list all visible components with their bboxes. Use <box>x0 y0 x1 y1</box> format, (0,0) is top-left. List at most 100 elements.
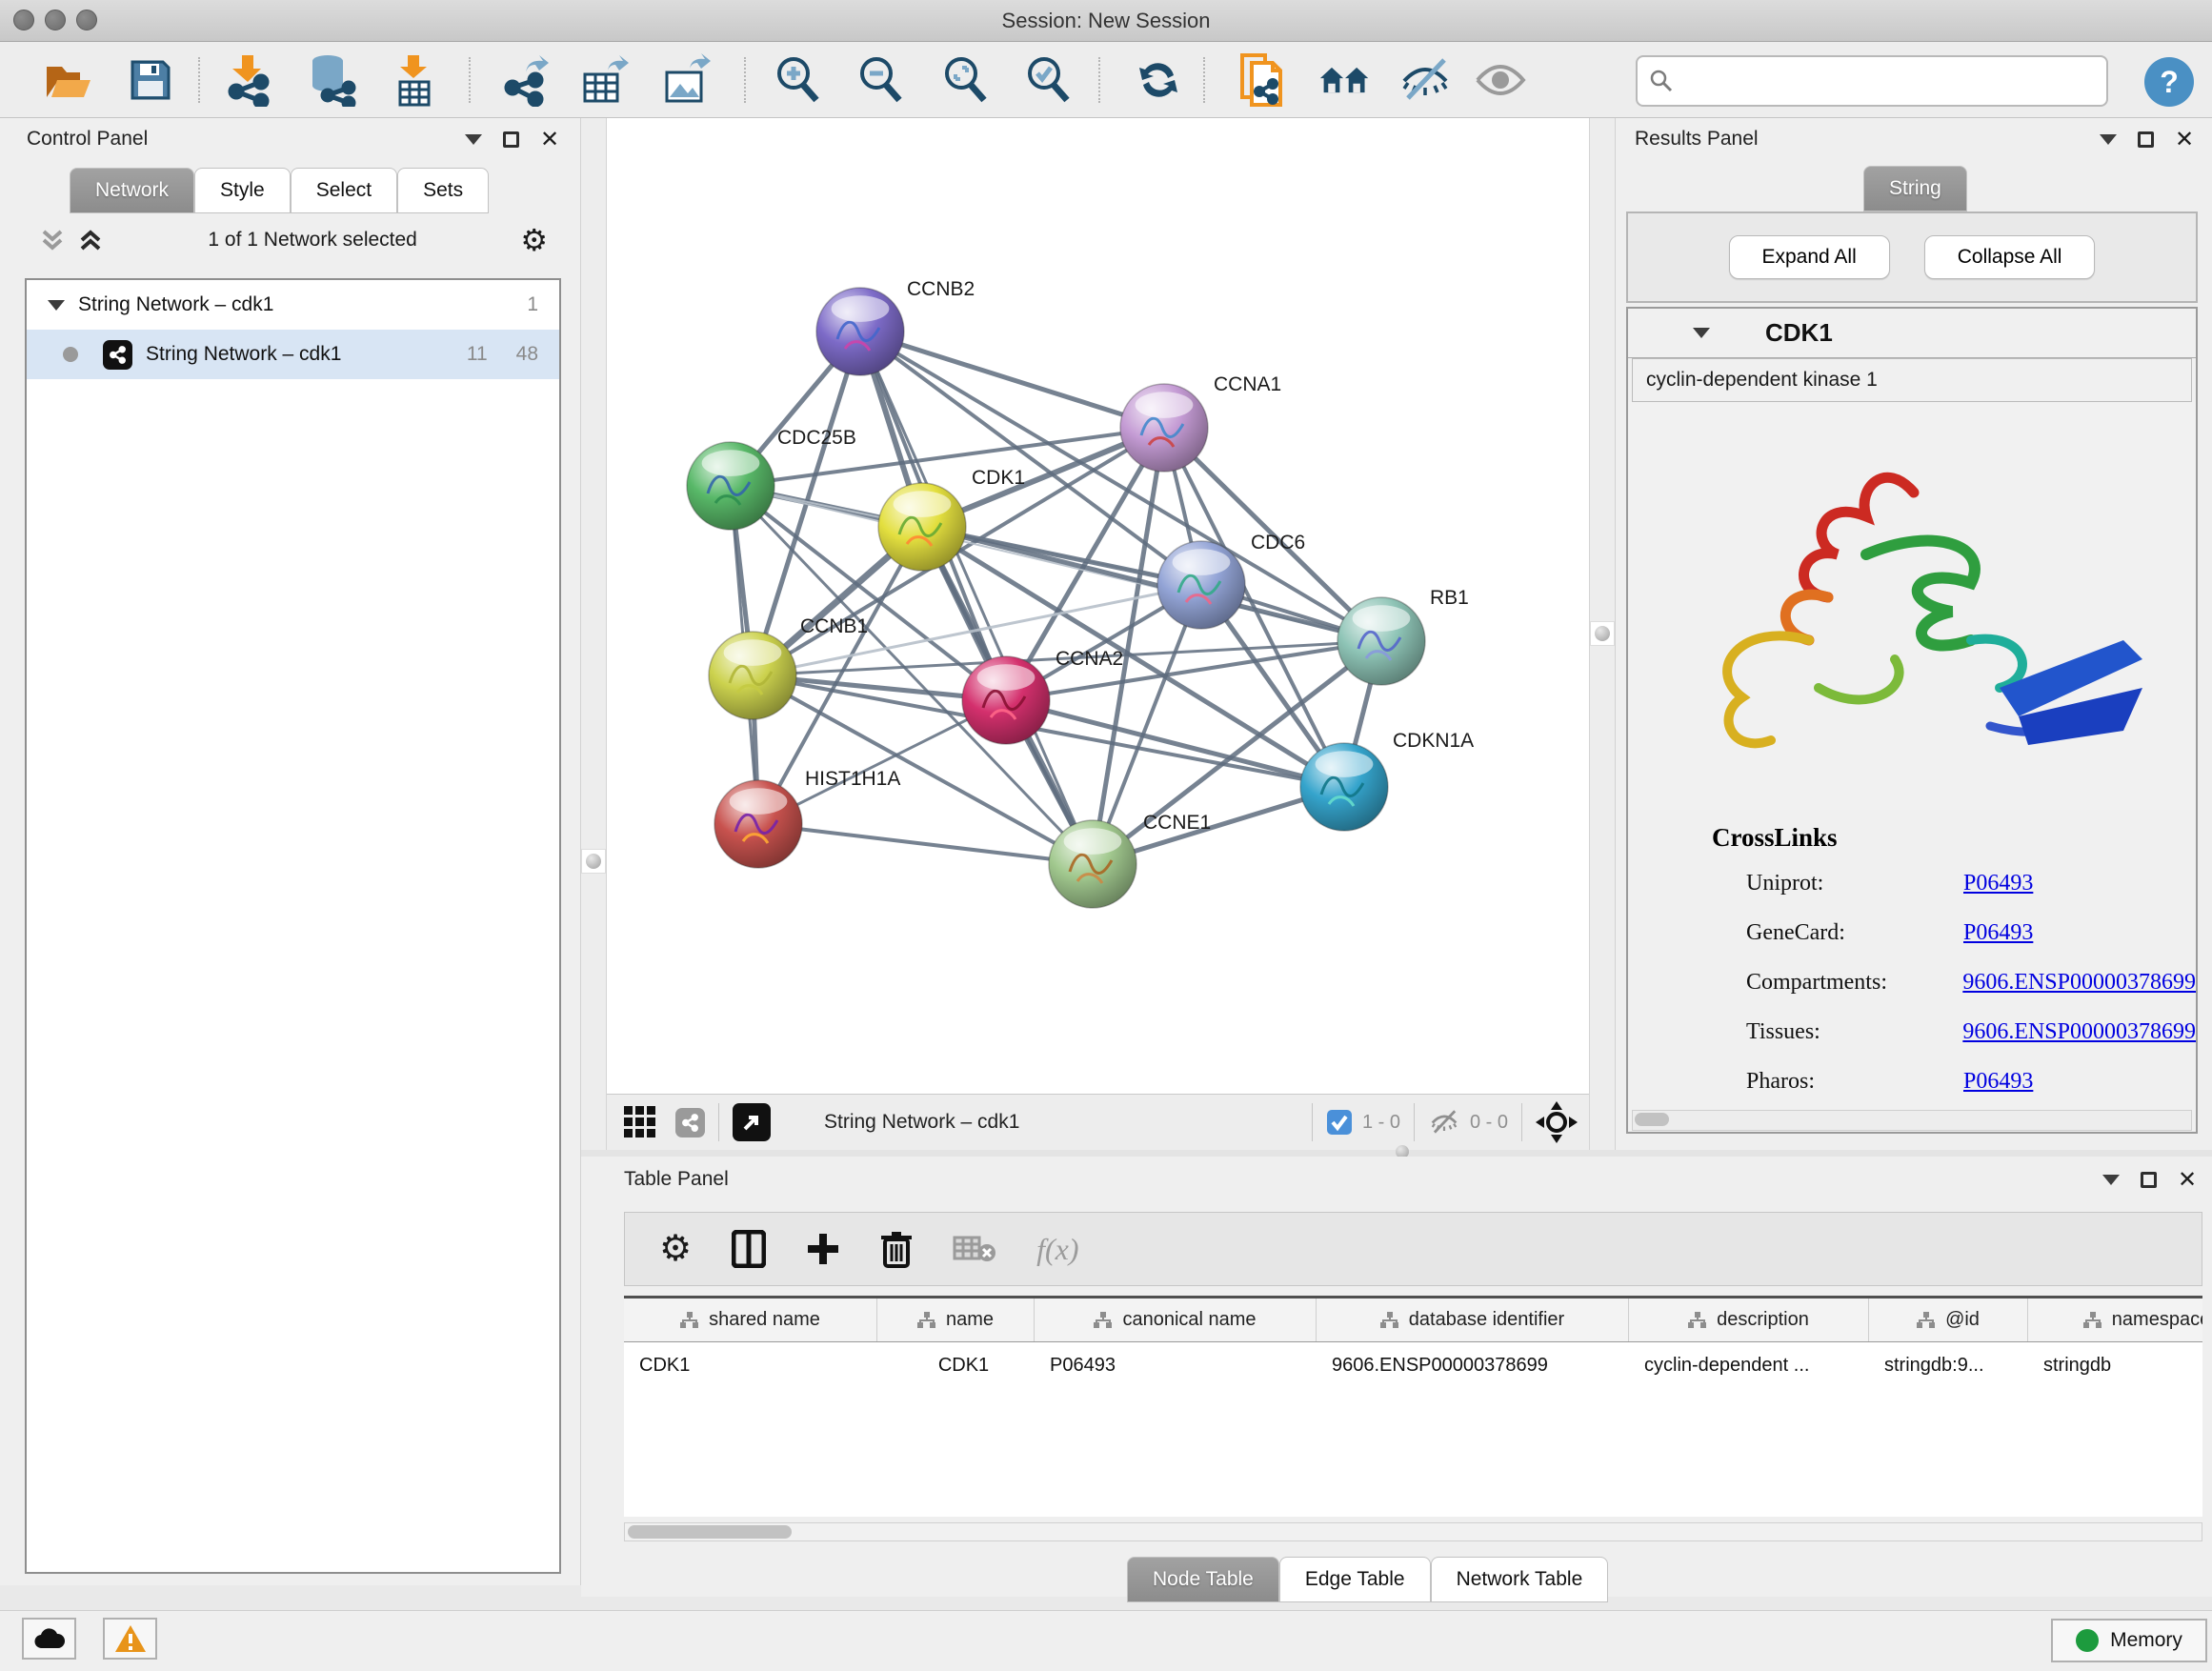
open-in-window-icon[interactable] <box>733 1103 771 1141</box>
zoom-out-icon[interactable] <box>855 53 908 107</box>
protein-collapse-icon[interactable] <box>1693 328 1710 338</box>
network-node-CDK1[interactable]: CDK1 <box>878 467 1025 571</box>
expand-all-icon[interactable] <box>76 226 105 254</box>
birdseye-grid-icon[interactable] <box>622 1104 658 1140</box>
tab-network[interactable]: Network <box>70 168 194 213</box>
table-row[interactable]: CDK1CDK1P064939606.ENSP00000378699cyclin… <box>624 1342 2202 1388</box>
table-cell[interactable]: stringdb <box>2028 1342 2202 1388</box>
export-network-icon[interactable] <box>501 53 554 107</box>
export-table-icon[interactable] <box>579 53 633 107</box>
crosslink-link[interactable]: P06493 <box>1963 920 2033 946</box>
delete-column-icon[interactable] <box>880 1230 913 1268</box>
column-header-database-identifier[interactable]: database identifier <box>1317 1299 1629 1341</box>
column-header-name[interactable]: name <box>877 1299 1035 1341</box>
open-session-icon[interactable] <box>42 53 95 107</box>
tab-node-table[interactable]: Node Table <box>1127 1557 1279 1602</box>
left-splitter[interactable] <box>581 118 607 1150</box>
crosslink-link[interactable]: P06493 <box>1963 871 2033 896</box>
tab-edge-table[interactable]: Edge Table <box>1279 1557 1431 1602</box>
network-node-CCNA1[interactable]: CCNA1 <box>1120 373 1281 472</box>
hide-selected-eye-icon[interactable] <box>1398 53 1452 107</box>
zoom-selected-icon[interactable] <box>1022 53 1076 107</box>
collection-expand-icon[interactable] <box>48 300 65 311</box>
column-header--id[interactable]: @id <box>1869 1299 2028 1341</box>
warning-status-button[interactable] <box>103 1618 157 1660</box>
table-scrollbar[interactable] <box>624 1522 2202 1541</box>
table-cell[interactable]: cyclin-dependent ... <box>1629 1342 1869 1388</box>
network-node-CCNE1[interactable]: CCNE1 <box>1049 812 1211 908</box>
fit-selected-crosshair-icon[interactable] <box>1536 1101 1578 1143</box>
control-panel-float-icon[interactable] <box>503 131 519 148</box>
column-header-description[interactable]: description <box>1629 1299 1869 1341</box>
table-panel-menu-icon[interactable] <box>2102 1175 2120 1185</box>
tab-string-results[interactable]: String <box>1863 166 1967 211</box>
results-panel-float-icon[interactable] <box>2138 131 2154 148</box>
column-header-canonical-name[interactable]: canonical name <box>1035 1299 1317 1341</box>
refresh-icon[interactable] <box>1132 53 1185 107</box>
table-cell[interactable]: stringdb:9... <box>1869 1342 2028 1388</box>
collapse-all-icon[interactable] <box>38 226 67 254</box>
edge-HIST1H1A-CCNE1[interactable] <box>758 824 1093 864</box>
search-box[interactable] <box>1636 55 2108 107</box>
table-panel-float-icon[interactable] <box>2141 1172 2157 1188</box>
table-cell[interactable]: P06493 <box>1035 1342 1317 1388</box>
network-node-HIST1H1A[interactable]: HIST1H1A <box>714 768 900 868</box>
search-input[interactable] <box>1674 69 2106 93</box>
table-options-gear-icon[interactable]: ⚙ <box>659 1231 692 1267</box>
table-cell[interactable]: CDK1 <box>877 1342 1035 1388</box>
protein-structure-image[interactable] <box>1628 402 2196 810</box>
network-collection-row[interactable]: String Network – cdk1 1 <box>27 280 559 330</box>
tab-network-table[interactable]: Network Table <box>1431 1557 1609 1602</box>
shared-column-icon <box>1094 1312 1113 1329</box>
tab-select[interactable]: Select <box>291 168 397 213</box>
results-panel-menu-icon[interactable] <box>2100 134 2117 145</box>
cloud-status-button[interactable] <box>22 1618 76 1660</box>
hidden-eye-icon[interactable] <box>1428 1109 1460 1136</box>
change-species-icon[interactable] <box>1318 53 1372 107</box>
table-cell[interactable]: CDK1 <box>624 1342 877 1388</box>
column-header-shared-name[interactable]: shared name <box>624 1299 877 1341</box>
expand-all-button[interactable]: Expand All <box>1729 235 1890 279</box>
crosslink-link[interactable]: 9606.ENSP00000378699 <box>1962 1019 2196 1045</box>
save-session-icon[interactable] <box>124 53 177 107</box>
edge-CDK1-RB1[interactable] <box>922 527 1381 641</box>
import-network-file-icon[interactable] <box>221 53 274 107</box>
table-cell[interactable]: 9606.ENSP00000378699 <box>1317 1342 1629 1388</box>
results-panel-close-icon[interactable]: ✕ <box>2175 131 2194 148</box>
show-all-eye-icon[interactable] <box>1474 53 1527 107</box>
right-splitter[interactable] <box>1589 118 1615 1150</box>
network-node-RB1[interactable]: RB1 <box>1337 587 1469 685</box>
results-scrollbar[interactable] <box>1632 1110 2192 1131</box>
zoom-in-icon[interactable] <box>772 53 825 107</box>
memory-button[interactable]: Memory <box>2051 1619 2207 1662</box>
selected-checkbox-icon[interactable] <box>1326 1109 1353 1136</box>
string-enrichment-icon[interactable] <box>1236 53 1289 107</box>
control-panel-close-icon[interactable]: ✕ <box>540 131 559 148</box>
export-image-icon[interactable] <box>661 53 714 107</box>
network-node-CDC6[interactable]: CDC6 <box>1157 532 1305 629</box>
function-builder-icon[interactable]: f(x) <box>1036 1232 1078 1267</box>
show-columns-icon[interactable] <box>732 1230 766 1268</box>
network-node-CDKN1A[interactable]: CDKN1A <box>1300 730 1474 831</box>
zoom-fit-icon[interactable] <box>939 53 993 107</box>
add-column-icon[interactable] <box>806 1232 840 1266</box>
network-type-share-icon[interactable] <box>675 1108 705 1137</box>
tab-sets[interactable]: Sets <box>397 168 489 213</box>
help-icon[interactable]: ? <box>2144 57 2194 107</box>
network-options-gear-icon[interactable]: ⚙ <box>520 225 548 255</box>
table-panel-close-icon[interactable]: ✕ <box>2178 1172 2197 1188</box>
tab-style[interactable]: Style <box>194 168 291 213</box>
collapse-all-button[interactable]: Collapse All <box>1924 235 2096 279</box>
network-row[interactable]: String Network – cdk1 11 48 <box>27 330 559 379</box>
network-canvas[interactable]: CCNB2CCNA1CDC25BCDK1CDC6RB1CCNB1CCNA2CDK… <box>607 118 1589 1094</box>
crosslink-link[interactable]: 9606.ENSP00000378699 <box>1962 970 2196 996</box>
import-network-database-icon[interactable] <box>303 53 356 107</box>
control-panel-menu-icon[interactable] <box>465 134 482 145</box>
crosslink-link[interactable]: P06493 <box>1963 1069 2033 1095</box>
column-header-namespace[interactable]: namespace <box>2028 1299 2202 1341</box>
import-table-icon[interactable] <box>387 53 440 107</box>
network-node-CDC25B[interactable]: CDC25B <box>687 427 856 530</box>
horizontal-splitter[interactable] <box>581 1150 2212 1157</box>
edge-CCNB2-CCNA1[interactable] <box>860 332 1164 428</box>
delete-table-icon[interactable] <box>953 1234 996 1264</box>
